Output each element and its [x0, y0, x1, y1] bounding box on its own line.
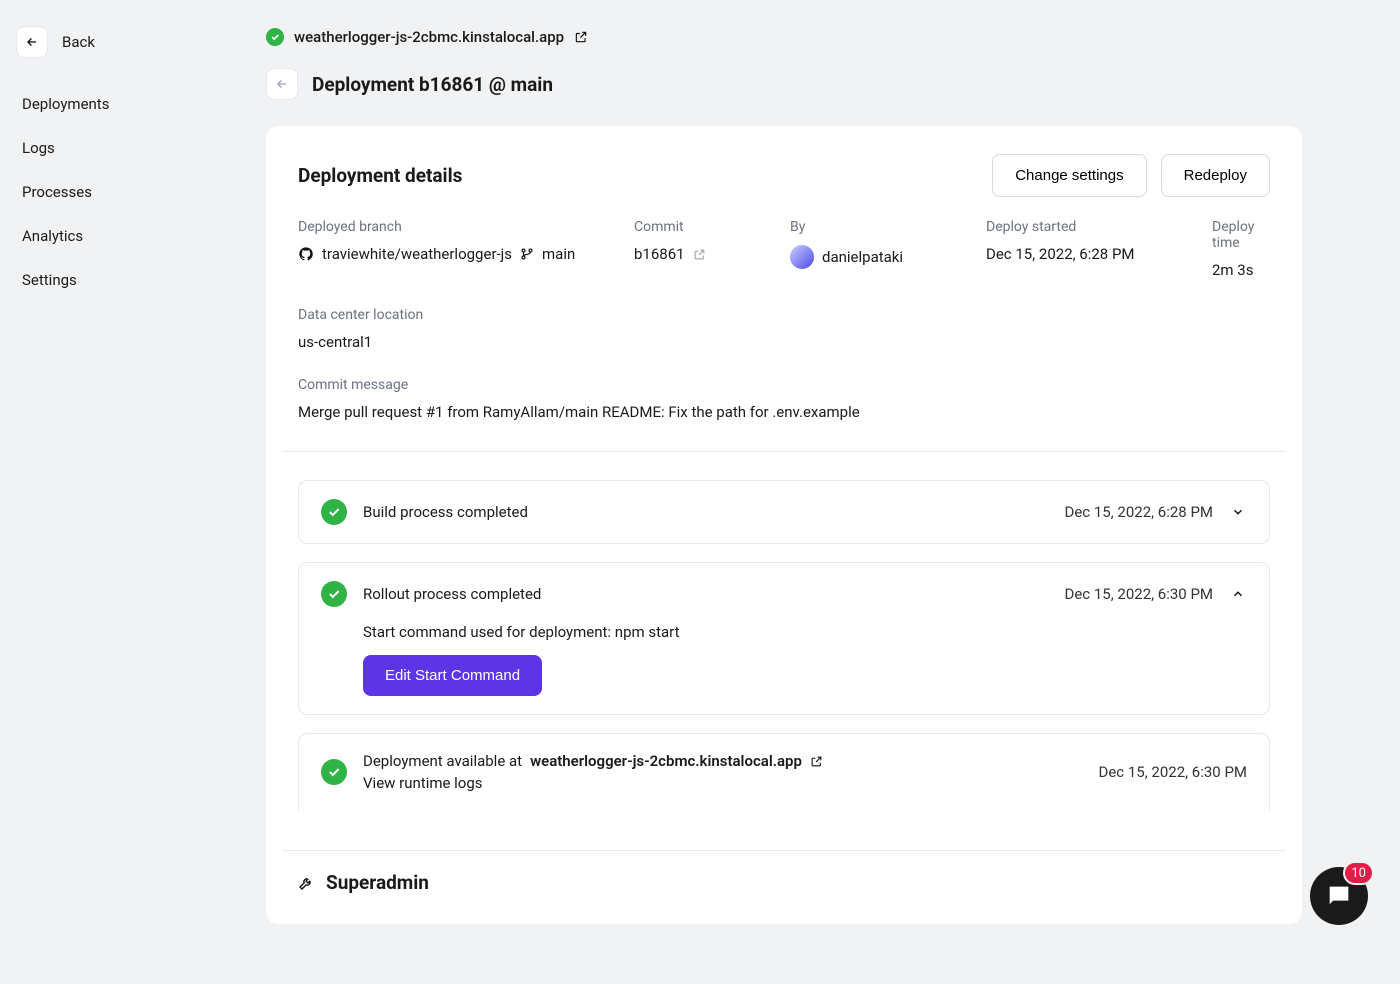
branch-label: Deployed branch: [298, 219, 618, 235]
by-value: danielpataki: [790, 245, 970, 269]
back-label: Back: [62, 33, 95, 51]
dc-value: us-central1: [298, 333, 1270, 351]
check-icon: [321, 581, 347, 607]
github-icon: [298, 246, 314, 262]
time-value: 2m 3s: [1212, 261, 1270, 279]
nav-deployments[interactable]: Deployments: [10, 82, 240, 126]
back-row[interactable]: Back: [10, 16, 240, 82]
details-title: Deployment details: [298, 164, 462, 187]
dc-label: Data center location: [298, 307, 1270, 323]
superadmin-label: Superadmin: [326, 871, 429, 894]
nav-logs[interactable]: Logs: [10, 126, 240, 170]
edit-start-command-button[interactable]: Edit Start Command: [363, 655, 542, 696]
step-build-title: Build process completed: [363, 503, 1049, 521]
arrow-left-icon: [275, 77, 289, 91]
details-card: Deployment details Change settings Redep…: [266, 126, 1302, 924]
chat-badge: 10: [1343, 861, 1374, 885]
view-runtime-logs-link[interactable]: View runtime logs: [363, 774, 1083, 792]
nav-settings[interactable]: Settings: [10, 258, 240, 302]
redeploy-button[interactable]: Redeploy: [1161, 154, 1270, 197]
msg-value: Merge pull request #1 from RamyAllam/mai…: [298, 403, 1270, 421]
step-build-date: Dec 15, 2022, 6:28 PM: [1065, 503, 1214, 521]
step-done-date: Dec 15, 2022, 6:30 PM: [1099, 763, 1248, 781]
check-icon: [321, 499, 347, 525]
rollout-desc: Start command used for deployment: npm s…: [363, 623, 1247, 641]
back-icon-button[interactable]: [16, 26, 48, 58]
by-label: By: [790, 219, 970, 235]
done-url[interactable]: weatherlogger-js-2cbmc.kinstalocal.app: [530, 752, 802, 770]
avatar: [790, 245, 814, 269]
started-value: Dec 15, 2022, 6:28 PM: [986, 245, 1196, 263]
sidebar: Back Deployments Logs Processes Analytic…: [0, 0, 250, 984]
external-link-icon: [693, 248, 706, 261]
step-rollout[interactable]: Rollout process completed Dec 15, 2022, …: [298, 562, 1270, 715]
change-settings-button[interactable]: Change settings: [992, 154, 1146, 197]
external-link-icon[interactable]: [810, 755, 823, 768]
chat-icon: [1325, 882, 1353, 910]
commit-value[interactable]: b16861: [634, 245, 774, 263]
git-branch-icon: [520, 247, 534, 261]
domain-text[interactable]: weatherlogger-js-2cbmc.kinstalocal.app: [294, 28, 564, 46]
superadmin-row: Superadmin: [266, 851, 1302, 924]
external-link-icon[interactable]: [574, 30, 588, 44]
arrow-left-icon: [25, 35, 39, 49]
step-rollout-title: Rollout process completed: [363, 585, 1049, 603]
step-rollout-date: Dec 15, 2022, 6:30 PM: [1065, 585, 1214, 603]
commit-label: Commit: [634, 219, 774, 235]
chat-launcher[interactable]: 10: [1310, 867, 1368, 925]
heading-row: Deployment b16861 @ main: [266, 68, 1302, 100]
nav-analytics[interactable]: Analytics: [10, 214, 240, 258]
check-icon: [321, 759, 347, 785]
msg-label: Commit message: [298, 377, 1270, 393]
chevron-up-icon: [1229, 587, 1247, 601]
page-title: Deployment b16861 @ main: [312, 73, 553, 96]
status-ok-icon: [266, 28, 284, 46]
branch-value: traviewhite/weatherlogger-js main: [298, 245, 618, 263]
heading-back-button[interactable]: [266, 68, 298, 100]
domain-row: weatherlogger-js-2cbmc.kinstalocal.app: [266, 28, 1302, 46]
nav-processes[interactable]: Processes: [10, 170, 240, 214]
time-label: Deploy time: [1212, 219, 1270, 251]
wrench-icon: [298, 875, 314, 891]
chevron-down-icon: [1229, 505, 1247, 519]
step-done: Deployment available at weatherlogger-js…: [298, 733, 1270, 810]
started-label: Deploy started: [986, 219, 1196, 235]
main-content: weatherlogger-js-2cbmc.kinstalocal.app D…: [250, 0, 1350, 984]
done-prefix: Deployment available at: [363, 752, 522, 770]
step-build[interactable]: Build process completed Dec 15, 2022, 6:…: [298, 480, 1270, 544]
